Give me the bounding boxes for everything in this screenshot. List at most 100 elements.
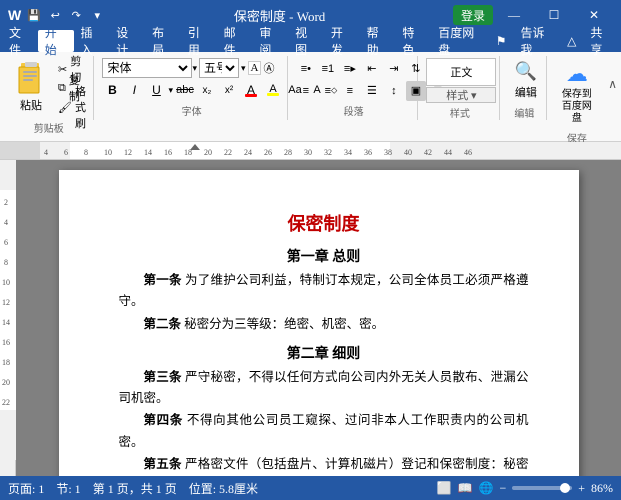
paragraph-group: ≡• ≡1 ≡▸ ⇤ ⇥ ⇅ ¶ ≡ ≡ ≡ ☰ ↕ ▣ ⊞ — [290, 56, 418, 120]
paragraph-3: 第三条 严守秘密，不得以任何方式向公司内外无关人员散布、泄漏公司机密。 — [119, 367, 529, 410]
menu-share[interactable]: 共享 — [583, 30, 619, 52]
decrease-indent-button[interactable]: ⇤ — [362, 59, 382, 79]
document-area: 2 4 6 8 10 12 14 16 18 20 22 保密制度 第一章 总则… — [0, 160, 621, 476]
menu-delta[interactable]: △ — [560, 30, 583, 52]
svg-text:30: 30 — [304, 148, 312, 157]
menu-mailings[interactable]: 邮件 — [217, 30, 253, 52]
format-painter-button[interactable]: 🖌 格式刷 — [54, 98, 90, 116]
menu-design[interactable]: 设计 — [109, 30, 145, 52]
login-button[interactable]: 登录 — [453, 5, 493, 25]
svg-text:6: 6 — [64, 148, 68, 157]
subscript-button[interactable]: x₂ — [197, 80, 217, 100]
vertical-ruler: 2 4 6 8 10 12 14 16 18 20 22 — [0, 160, 16, 476]
font-size-select[interactable]: 五号 四号 三号 — [199, 58, 239, 78]
ribbon-content: 粘贴 ✂ 剪切 ⧉ 复制 🖌 格式刷 — [0, 54, 621, 122]
clipboard-content: 粘贴 ✂ 剪切 ⧉ 复制 🖌 格式刷 — [10, 58, 90, 118]
menu-references[interactable]: 引用 — [181, 30, 217, 52]
align-right-button[interactable]: ≡ — [340, 81, 360, 101]
document-page: 保密制度 第一章 总则 第一条 为了维护公司利益，特制订本规定，公司全体员工必须… — [59, 170, 579, 476]
svg-text:42: 42 — [424, 148, 432, 157]
page-count-indicator: 第 1 页，共 1 页 — [93, 480, 177, 497]
ruler: // Drawn inline via template marks below… — [0, 142, 621, 160]
underline-button[interactable]: U — [146, 80, 166, 100]
menu-flag[interactable]: ⚑ — [489, 30, 514, 52]
clipboard-label: 剪贴板 — [10, 120, 87, 135]
zoom-out-button[interactable]: − — [499, 481, 506, 496]
underline-dropdown-icon[interactable]: ▾ — [168, 85, 173, 96]
align-justify-button[interactable]: ☰ — [362, 81, 382, 101]
zoom-slider[interactable] — [512, 486, 572, 490]
menu-file[interactable]: 文件 — [2, 30, 38, 52]
ruler-marks: // Drawn inline via template marks below… — [40, 142, 621, 160]
baidu-icon: ☁ — [566, 61, 588, 87]
increase-indent-button[interactable]: ⇥ — [384, 59, 404, 79]
menu-layout[interactable]: 布局 — [145, 30, 181, 52]
chapter1-title: 第一章 总则 — [119, 246, 529, 266]
redo-qat-btn[interactable]: ↷ — [67, 6, 85, 24]
document-scroll[interactable]: 保密制度 第一章 总则 第一条 为了维护公司利益，特制订本规定，公司全体员工必须… — [16, 160, 621, 476]
web-layout-icon[interactable]: 🌐 — [478, 481, 493, 496]
zoom-level[interactable]: 86% — [591, 481, 613, 496]
menu-baidu[interactable]: 百度网盘 — [431, 30, 489, 52]
find-button[interactable]: 🔍 编辑 — [508, 58, 543, 103]
paragraph-4: 第四条 不得向其他公司员工窥探、过问非本人工作职责内的公司机密。 — [119, 410, 529, 453]
svg-text:14: 14 — [2, 318, 10, 327]
title-bar-left: W 💾 ↩ ↷ ▾ — [8, 6, 106, 24]
menu-home[interactable]: 开始 — [38, 30, 74, 52]
numbered-list-button[interactable]: ≡1 — [318, 59, 338, 79]
svg-text:22: 22 — [2, 398, 10, 407]
position-indicator: 位置: 5.8厘米 — [189, 480, 258, 497]
bold-button[interactable]: B — [102, 80, 122, 100]
para-label-1: 第一条 — [144, 273, 182, 287]
menu-help[interactable]: 帮助 — [360, 30, 396, 52]
save-qat-btn[interactable]: 💾 — [25, 6, 43, 24]
menu-dev[interactable]: 开发 — [324, 30, 360, 52]
ribbon: 粘贴 ✂ 剪切 ⧉ 复制 🖌 格式刷 — [0, 52, 621, 142]
menu-bar: 文件 开始 插入 设计 布局 引用 邮件 审阅 视图 开发 帮助 特色 百度网盘… — [0, 30, 621, 52]
font-color-button[interactable]: A — [241, 80, 261, 100]
menu-insert[interactable]: 插入 — [74, 30, 110, 52]
menu-special[interactable]: 特色 — [395, 30, 431, 52]
read-mode-icon[interactable]: 📖 — [458, 481, 473, 496]
copy-icon: ⧉ — [58, 82, 66, 95]
print-layout-icon[interactable]: ⬜ — [437, 481, 452, 496]
font-size-dropdown-icon: ▾ — [241, 63, 246, 74]
font-label: 字体 — [102, 103, 280, 118]
zoom-in-button[interactable]: + — [578, 481, 585, 496]
svg-text:4: 4 — [44, 148, 48, 157]
menu-review[interactable]: 审阅 — [252, 30, 288, 52]
undo-qat-btn[interactable]: ↩ — [46, 6, 64, 24]
svg-text:40: 40 — [404, 148, 412, 157]
line-spacing-button[interactable]: ↕ — [384, 81, 404, 101]
italic-button[interactable]: I — [124, 80, 144, 100]
styles-gallery[interactable]: 正文 — [426, 58, 496, 86]
paste-button[interactable]: 粘贴 — [10, 58, 52, 118]
zoom-thumb[interactable] — [560, 483, 570, 493]
strikethrough-button[interactable]: abc — [175, 80, 195, 100]
ribbon-collapse-button[interactable]: ∧ — [606, 56, 617, 116]
highlight-button[interactable]: A — [263, 80, 283, 100]
styles-label: 样式 — [426, 105, 493, 120]
font-family-select[interactable]: 宋体 楷体 黑体 — [102, 58, 192, 78]
font-clear-icon[interactable]: Ⓐ — [263, 60, 274, 76]
svg-text:2: 2 — [4, 198, 8, 207]
word-logo-icon: W — [8, 7, 21, 23]
svg-text:28: 28 — [284, 148, 292, 157]
quick-access-toolbar: 💾 ↩ ↷ ▾ — [25, 6, 106, 24]
save-baidu-button[interactable]: ☁ 保存到百度网盘 — [555, 58, 598, 128]
para-label-5: 第五条 — [144, 457, 182, 471]
align-left-button[interactable]: ≡ — [296, 81, 316, 101]
superscript-button[interactable]: x² — [219, 80, 239, 100]
clipboard-group: 粘贴 ✂ 剪切 ⧉ 复制 🖌 格式刷 — [4, 56, 94, 120]
multilevel-list-button[interactable]: ≡▸ — [340, 59, 360, 79]
font-family-dropdown-icon: ▾ — [192, 63, 197, 74]
svg-text:12: 12 — [124, 148, 132, 157]
menu-view[interactable]: 视图 — [288, 30, 324, 52]
align-center-button[interactable]: ≡ — [318, 81, 338, 101]
bullet-list-button[interactable]: ≡• — [296, 59, 316, 79]
svg-text:34: 34 — [344, 148, 352, 157]
more-qat-btn[interactable]: ▾ — [88, 6, 106, 24]
para-label-4: 第四条 — [144, 413, 184, 427]
menu-tellme[interactable]: 告诉我 — [513, 30, 560, 52]
styles-more-btn[interactable]: 样式 ▾ — [426, 87, 496, 103]
